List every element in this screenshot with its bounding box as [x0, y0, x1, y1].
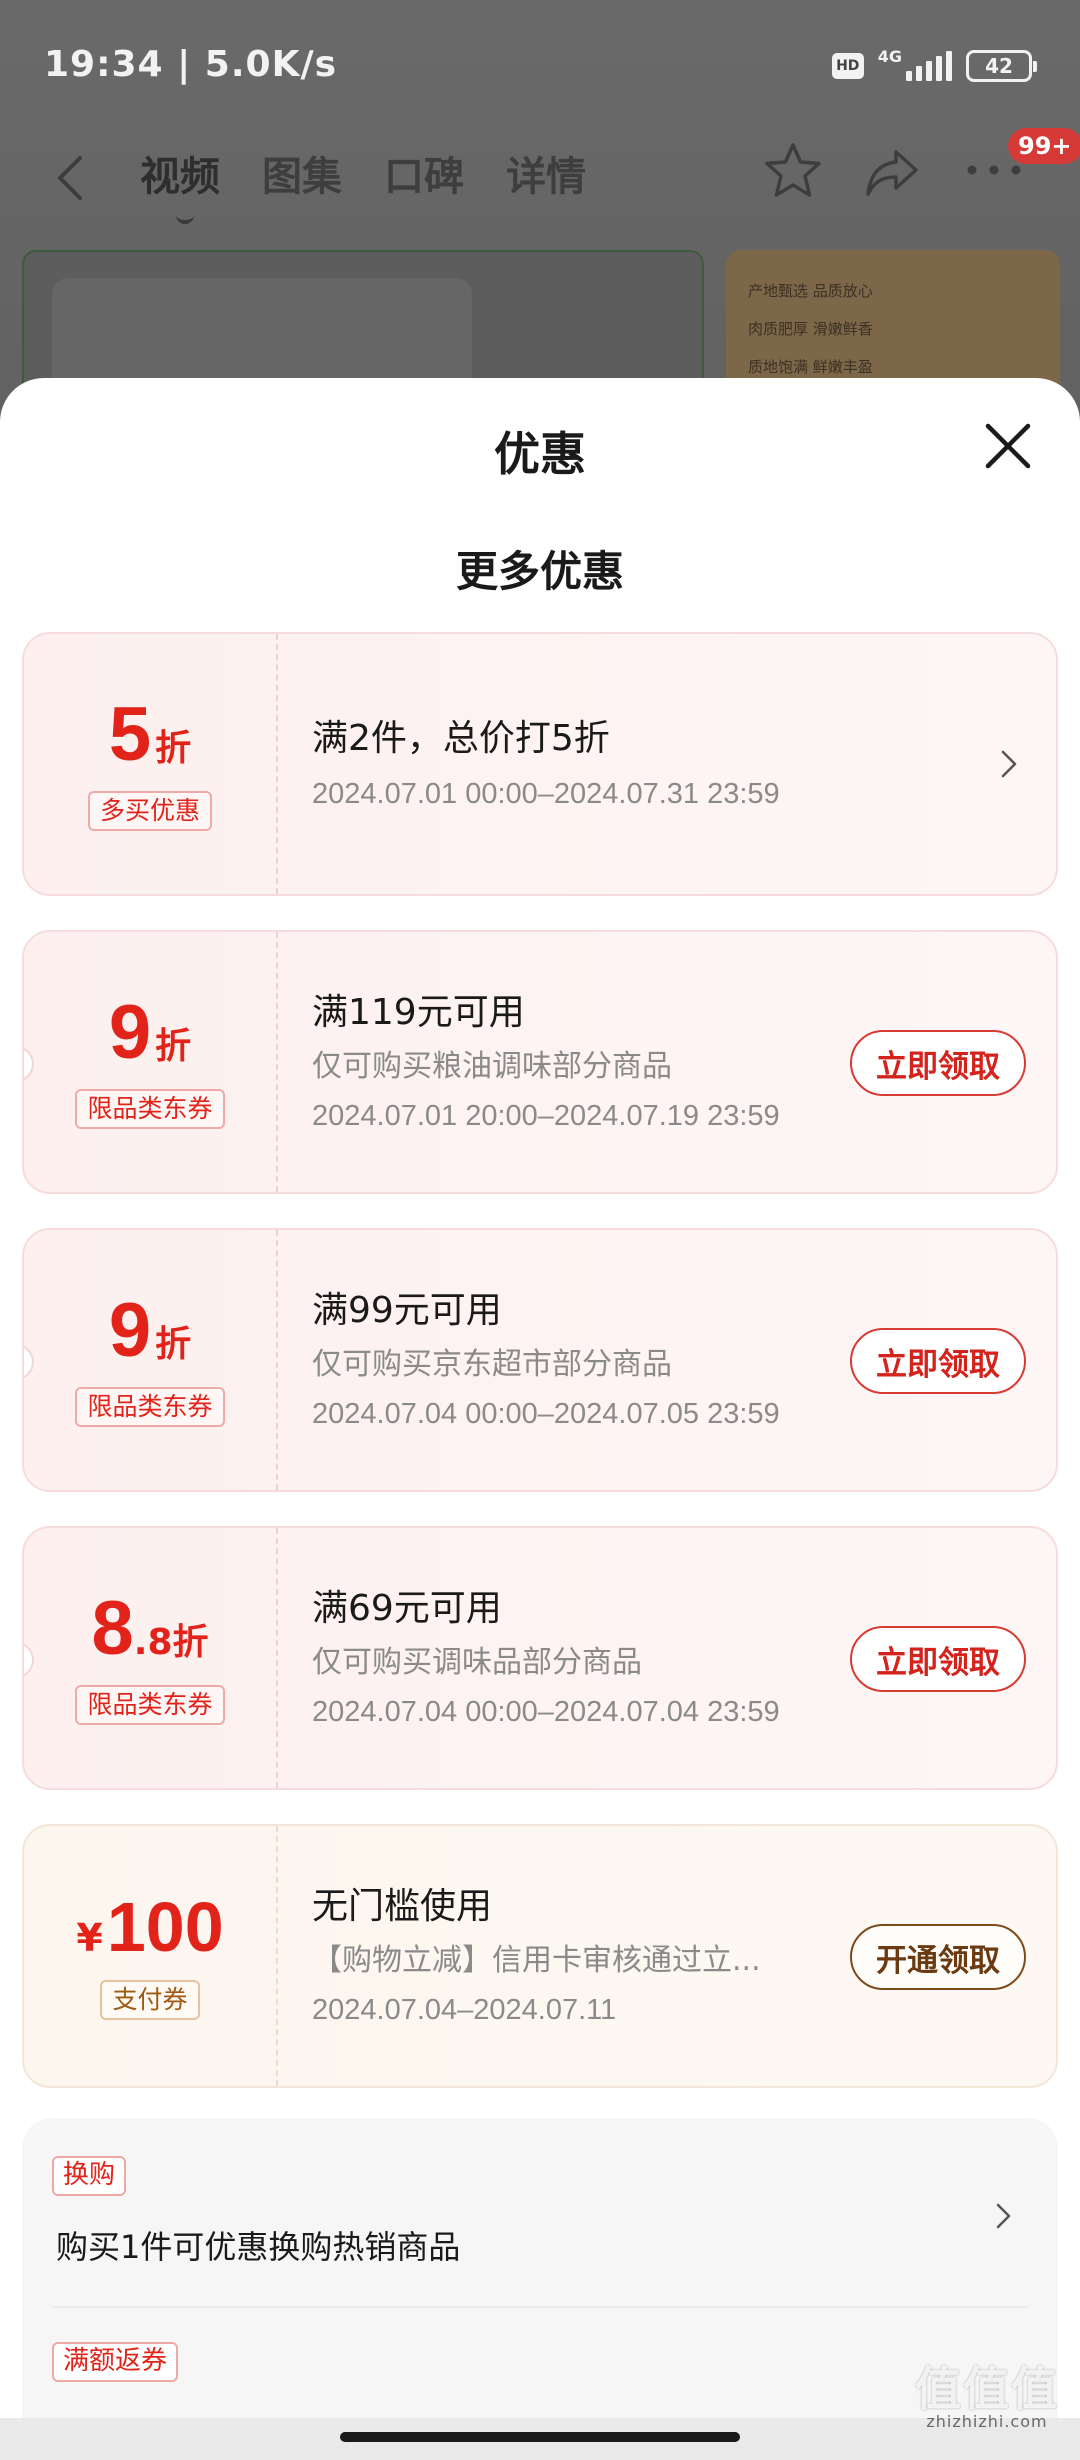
tab-reviews[interactable]: 口碑: [384, 144, 464, 202]
coupon-condition: 无门槛使用: [312, 1886, 493, 1928]
coupon-value-unit: 折: [155, 727, 192, 769]
site-watermark: 值值值 zhizhizhi.com: [902, 2366, 1072, 2431]
coupon-divider: [276, 932, 278, 1192]
coupon-value: ¥ 100: [76, 1892, 223, 1962]
tab-video[interactable]: 视频: [140, 144, 220, 224]
coupon-type-tag: 限品类东券: [75, 1386, 225, 1428]
coupon-scope: 仅可购买调味品部分商品: [312, 1645, 642, 1680]
coupon-value-number: 9: [108, 1287, 152, 1373]
coupon-value-number: 8: [91, 1585, 134, 1671]
coupon-card-supermarket: 9 折 限品类东券 满99元可用 仅可购买京东超市部分商品 2024.07.04…: [22, 1228, 1058, 1492]
coupon-info: 满69元可用 仅可购买调味品部分商品 2024.07.04 00:00–2024…: [312, 1528, 780, 1788]
coupon-card-payment: ¥ 100 支付券 无门槛使用 【购物立减】信用卡审核通过立... 2024.0…: [22, 1824, 1058, 2088]
section-title: 更多优惠: [455, 547, 624, 596]
claim-now-button[interactable]: 立即领取: [850, 1626, 1026, 1692]
chevron-right-icon[interactable]: [998, 744, 1020, 784]
coupon-type-tag: 限品类东券: [75, 1684, 225, 1726]
message-count-badge: 99+: [1008, 128, 1080, 164]
coupon-condition: 满69元可用: [312, 1588, 502, 1630]
coupon-card-bulk-discount[interactable]: 5 折 多买优惠 满2件，总价打5折 2024.07.01 00:00–2024…: [22, 632, 1058, 896]
status-bar: 19:34 | 5.0K/s HD 4G 42: [0, 0, 1080, 130]
coupon-type-tag: 支付券: [100, 1979, 200, 2021]
coupon-condition: 满119元可用: [312, 992, 525, 1034]
coupon-validity: 2024.07.01 00:00–2024.07.31 23:59: [312, 778, 780, 810]
claim-now-button[interactable]: 立即领取: [850, 1030, 1026, 1096]
tab-gallery[interactable]: 图集: [262, 144, 342, 202]
coupon-value-unit: 折: [155, 1323, 192, 1365]
tab-details[interactable]: 详情: [506, 144, 586, 202]
promo-tag-trade-up: 换购: [52, 2156, 127, 2196]
watermark-logo: 值值值: [915, 2362, 1059, 2416]
currency-symbol: ¥: [76, 1915, 103, 1960]
coupon-divider: [276, 634, 278, 894]
network-label: 4G: [877, 46, 902, 66]
signal-icon: [906, 51, 952, 81]
coupon-condition: 满99元可用: [312, 1290, 502, 1332]
activate-claim-button[interactable]: 开通领取: [850, 1924, 1026, 1990]
coupon-value: 9 折: [108, 1287, 192, 1373]
back-arrow-icon[interactable]: [50, 148, 90, 208]
coupon-type-tag: 多买优惠: [87, 790, 212, 832]
coupon-value-block: 9 折 限品类东券: [24, 1230, 276, 1490]
coupon-value: 5 折: [108, 691, 192, 777]
share-icon[interactable]: [862, 144, 922, 200]
coupon-type-tag: 限品类东券: [75, 1088, 225, 1130]
coupon-condition: 满2件，总价打5折: [312, 718, 610, 760]
hd-icon: HD: [831, 53, 864, 79]
coupon-card-grain-oil: 9 折 限品类东券 满119元可用 仅可购买粮油调味部分商品 2024.07.0…: [22, 930, 1058, 1194]
coupon-divider: [276, 1826, 278, 2086]
coupon-info: 无门槛使用 【购物立减】信用卡审核通过立... 2024.07.04–2024.…: [312, 1826, 761, 2086]
favorite-star-icon[interactable]: [762, 140, 824, 202]
background-page: 19:34 | 5.0K/s HD 4G 42 视频 图集 口碑 详情 99+ …: [0, 0, 1080, 450]
feature-line-2: 肉质肥厚 滑嫩鲜香: [748, 320, 873, 338]
coupon-value-unit: 折: [172, 1621, 209, 1663]
close-icon[interactable]: [982, 420, 1034, 472]
home-indicator[interactable]: [340, 2432, 740, 2442]
coupon-value-block: 5 折 多买优惠: [24, 634, 276, 894]
coupon-value-decimal: .8: [133, 1621, 173, 1663]
coupon-value-number: 5: [108, 691, 152, 777]
promo-divider: [52, 2306, 1028, 2308]
coupon-divider: [276, 1528, 278, 1788]
coupon-info: 满2件，总价打5折 2024.07.01 00:00–2024.07.31 23…: [312, 634, 780, 894]
coupon-scope: 仅可购买粮油调味部分商品: [312, 1049, 672, 1084]
claim-now-button[interactable]: 立即领取: [850, 1328, 1026, 1394]
battery-icon: 42: [966, 50, 1037, 82]
coupon-validity: 2024.07.04 00:00–2024.07.05 23:59: [312, 1398, 780, 1430]
coupon-value-block: 9 折 限品类东券: [24, 932, 276, 1192]
coupon-scope: 【购物立减】信用卡审核通过立...: [312, 1943, 761, 1978]
coupon-value: 8 .8 折: [91, 1585, 209, 1671]
feature-line-1: 产地甄选 品质放心: [748, 282, 873, 300]
coupon-value-block: ¥ 100 支付券: [24, 1826, 276, 2086]
more-dots-icon[interactable]: [964, 162, 1024, 178]
coupon-value-unit: 折: [155, 1025, 192, 1067]
coupon-divider: [276, 1230, 278, 1490]
product-nav-bar: 视频 图集 口碑 详情 99+: [0, 128, 1080, 230]
coupon-info: 满99元可用 仅可购买京东超市部分商品 2024.07.04 00:00–202…: [312, 1230, 780, 1490]
coupon-value: 9 折: [108, 989, 192, 1075]
watermark-url: zhizhizhi.com: [926, 2412, 1048, 2431]
coupon-scope: 仅可购买京东超市部分商品: [312, 1347, 672, 1382]
coupon-value-number: 9: [108, 989, 152, 1075]
coupon-value-block: 8 .8 折 限品类东券: [24, 1528, 276, 1788]
coupon-validity: 2024.07.04 00:00–2024.07.04 23:59: [312, 1696, 780, 1728]
coupon-card-seasoning: 8 .8 折 限品类东券 满69元可用 仅可购买调味品部分商品 2024.07.…: [22, 1526, 1058, 1790]
chevron-right-icon[interactable]: [994, 2198, 1014, 2234]
status-icons: HD 4G 42: [831, 46, 1037, 82]
coupon-value-number: 100: [106, 1887, 224, 1966]
promo-text-trade-up[interactable]: 购买1件可优惠换购热销商品: [56, 2222, 460, 2268]
coupon-validity: 2024.07.04–2024.07.11: [312, 1994, 617, 2026]
nav-tabs: 视频 图集 口碑 详情: [140, 144, 586, 224]
coupon-validity: 2024.07.01 20:00–2024.07.19 23:59: [312, 1100, 780, 1132]
discount-bottom-sheet: 优惠 更多优惠 5 折 多买优惠 满2件，总价打5折 2024.07.01 00…: [0, 378, 1080, 2460]
status-time: 19:34 | 5.0K/s: [44, 44, 338, 85]
feature-line-3: 质地饱满 鲜嫩丰盈: [748, 358, 873, 376]
promo-tag-cashback-coupon: 满额返券: [52, 2342, 179, 2382]
sheet-title: 优惠: [494, 427, 586, 481]
coupon-info: 满119元可用 仅可购买粮油调味部分商品 2024.07.01 20:00–20…: [312, 932, 780, 1192]
